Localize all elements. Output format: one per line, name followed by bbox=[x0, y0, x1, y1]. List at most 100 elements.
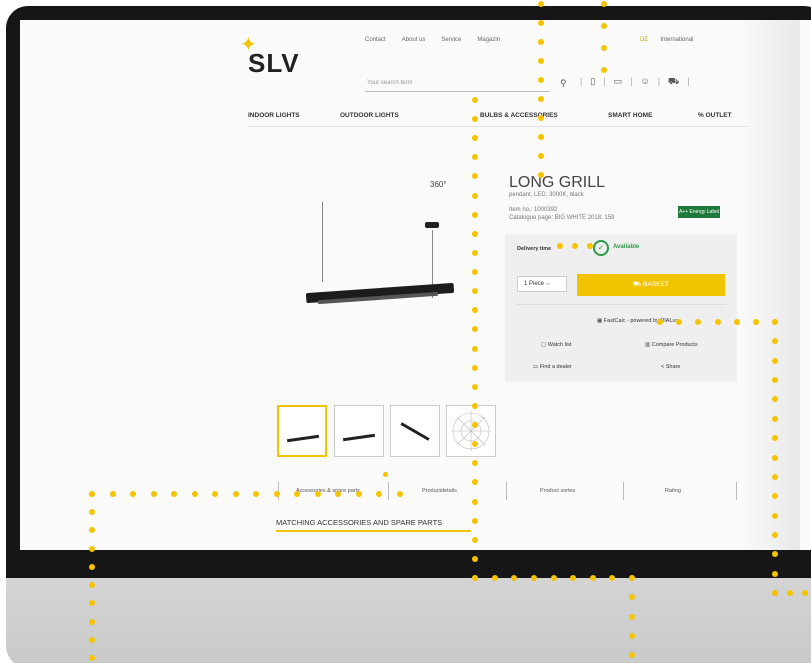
path-dot bbox=[772, 415, 778, 422]
basket-label: BASKET bbox=[643, 281, 669, 288]
compare-label: Compare Products bbox=[651, 342, 698, 348]
thumbnail-4[interactable] bbox=[446, 405, 496, 457]
path-dot bbox=[89, 655, 95, 661]
cart-icon: ⛟ bbox=[633, 281, 642, 288]
path-dot bbox=[657, 319, 663, 325]
path-dot bbox=[232, 491, 239, 497]
separator: | bbox=[630, 76, 633, 86]
catalogue-icon[interactable]: ▭ bbox=[614, 76, 623, 88]
watch-list-link[interactable]: ▢ Watch list bbox=[541, 342, 571, 348]
item-number: Item no.: 1000392 bbox=[509, 207, 558, 213]
about-link[interactable]: About us bbox=[402, 37, 426, 43]
lang-international[interactable]: International bbox=[660, 37, 693, 43]
nav-divider bbox=[248, 126, 748, 127]
compare-products-link[interactable]: ▥ Compare Products bbox=[645, 342, 698, 348]
tab-product-series[interactable]: Product series bbox=[540, 488, 575, 494]
path-dot bbox=[550, 575, 557, 581]
path-dot bbox=[314, 491, 321, 497]
path-dot bbox=[538, 39, 544, 45]
path-dot bbox=[273, 491, 280, 497]
service-link[interactable]: Service bbox=[441, 37, 461, 43]
path-dot bbox=[772, 454, 778, 461]
path-dot bbox=[150, 491, 157, 497]
compare-icon: ▥ bbox=[645, 342, 651, 348]
path-dot bbox=[538, 115, 544, 121]
thumbnail-2[interactable] bbox=[334, 405, 384, 457]
tab-productdetails[interactable]: Productdetails bbox=[422, 488, 457, 494]
product-title: LONG GRILL bbox=[509, 174, 606, 191]
path-dot bbox=[752, 319, 759, 325]
share-link[interactable]: < Share bbox=[661, 364, 680, 370]
lamp-wire bbox=[322, 202, 323, 282]
top-links: Contact About us Service Magazin bbox=[365, 37, 500, 43]
path-dot bbox=[589, 575, 596, 581]
rotate-360-button[interactable]: 360° bbox=[430, 180, 447, 189]
chevron-down-icon: ⌵ bbox=[545, 281, 551, 287]
nav-bulbs-accessories[interactable]: BULBS & ACCESSORIES bbox=[480, 112, 558, 119]
thumbnail-1[interactable] bbox=[277, 405, 327, 457]
path-dot bbox=[472, 97, 478, 103]
tab-accessories[interactable]: Accessories & spare parts bbox=[296, 488, 360, 494]
path-dot bbox=[587, 243, 593, 249]
product-tabs: Accessories & spare parts Productdetails… bbox=[278, 482, 748, 502]
path-dot bbox=[472, 249, 478, 256]
magazin-link[interactable]: Magazin bbox=[477, 37, 500, 43]
lang-de[interactable]: DE bbox=[640, 37, 648, 43]
storage-icon[interactable]: ▯ bbox=[590, 76, 595, 88]
cart-icon[interactable]: ⛟ bbox=[668, 76, 679, 88]
path-dot bbox=[772, 590, 778, 596]
find-dealer-label: Find a dealer bbox=[539, 364, 572, 370]
lamp-canopy bbox=[425, 222, 439, 228]
path-dot bbox=[472, 211, 478, 218]
nav-outlet[interactable]: % OUTLET bbox=[698, 112, 732, 119]
tab-separator bbox=[736, 482, 737, 500]
path-dot bbox=[601, 67, 607, 73]
nav-smart-home[interactable]: SMART HOME bbox=[608, 112, 652, 119]
quantity-select[interactable]: 1 Piece ⌵ bbox=[517, 276, 567, 292]
search-icon[interactable]: ⚲ bbox=[560, 78, 567, 89]
tab-separator bbox=[623, 482, 624, 500]
user-icon[interactable]: ☺ bbox=[641, 76, 650, 88]
chat-icon: ▭ bbox=[533, 364, 539, 370]
path-dot bbox=[629, 632, 635, 639]
section-title: MATCHING ACCESSORIES AND SPARE PARTS bbox=[276, 518, 443, 527]
nav-outdoor-lights[interactable]: OUTDOOR LIGHTS bbox=[340, 112, 399, 119]
product-subtitle: pendant, LED, 3000K, black bbox=[509, 192, 584, 198]
path-dot bbox=[802, 590, 808, 596]
find-dealer-link[interactable]: ▭ Find a dealer bbox=[533, 364, 572, 370]
path-dot bbox=[472, 575, 478, 581]
nav-indoor-lights[interactable]: INDOOR LIGHTS bbox=[248, 112, 300, 119]
path-dot bbox=[472, 364, 478, 371]
path-dot bbox=[472, 555, 478, 562]
header-icons: | ▯ | ▭ | ☺ | ⛟ | bbox=[580, 76, 690, 88]
contact-link[interactable]: Contact bbox=[365, 37, 386, 43]
path-dot bbox=[772, 531, 778, 538]
path-dot bbox=[538, 1, 544, 7]
path-dot bbox=[538, 134, 544, 140]
path-dot bbox=[472, 192, 478, 199]
watch-list-icon: ▢ bbox=[541, 342, 547, 348]
path-dot bbox=[629, 575, 635, 581]
path-dot bbox=[89, 545, 95, 552]
path-dot bbox=[472, 345, 478, 352]
separator: | bbox=[657, 76, 661, 86]
path-dot bbox=[191, 491, 198, 497]
separator: | bbox=[687, 76, 690, 86]
energy-label-badge[interactable]: A++ Energy Label bbox=[678, 206, 720, 218]
path-dot bbox=[629, 613, 635, 620]
divider bbox=[515, 304, 727, 305]
path-dot bbox=[629, 652, 635, 658]
path-dot bbox=[89, 636, 95, 643]
path-dot bbox=[772, 512, 778, 519]
check-icon: ✓ bbox=[593, 240, 609, 256]
watch-list-label: Watch list bbox=[547, 342, 572, 348]
tab-rating[interactable]: Rating bbox=[665, 488, 681, 494]
purchase-box: Delivery time ✓ Available 1 Piece ⌵ ⛟ BA… bbox=[505, 234, 737, 382]
path-dot bbox=[538, 96, 544, 102]
add-to-basket-button[interactable]: ⛟ BASKET bbox=[577, 274, 725, 296]
site-logo[interactable]: SLV bbox=[248, 48, 300, 79]
fastcalc-link[interactable]: ▦ FastCalc - powered by DIALux bbox=[597, 318, 678, 324]
search-input[interactable]: Your search term bbox=[365, 80, 550, 92]
path-dot bbox=[714, 319, 721, 325]
thumbnail-3[interactable] bbox=[390, 405, 440, 457]
